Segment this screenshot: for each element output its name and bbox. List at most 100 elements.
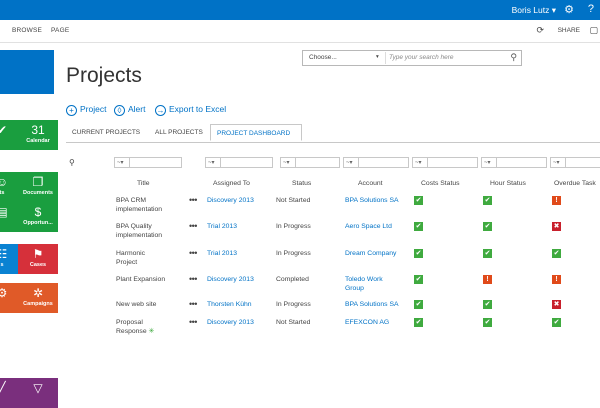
column-header[interactable]: Status [292,180,311,187]
tab-all-projects[interactable]: ALL PROJECTS [155,129,203,136]
account-link[interactable]: BPA Solutions SA [345,300,399,309]
tab-current-projects[interactable]: CURRENT PROJECTS [72,129,140,136]
status-text: In Progress [276,250,311,257]
assigned-to-link[interactable]: Discovery 2013 [207,196,254,205]
project-title[interactable]: Proposal Response ✳ [116,318,154,336]
add-project-label: Project [80,104,107,114]
tile-label: Campaigns [23,301,53,307]
tile-label: Opportun... [23,220,53,226]
project-title[interactable]: BPA CRM implementation [116,196,162,214]
project-title[interactable]: Plant Expansion [116,275,165,284]
site-logo[interactable] [0,50,54,94]
row-menu-button[interactable]: ••• [189,274,197,284]
focus-icon[interactable]: ▢ [589,25,598,36]
project-title[interactable]: Harmonic Project [116,249,145,267]
share-icon[interactable]: ⟳ [536,25,544,36]
status-text: Completed [276,276,309,283]
column-header[interactable]: Hour Status [490,180,526,187]
account-link[interactable]: Dream Company [345,249,396,258]
tab-project-dashboard[interactable]: PROJECT DASHBOARD [210,124,302,141]
gear-icon[interactable]: ⚙ [564,3,574,16]
assigned-to-link[interactable]: Thorsten Kühn [207,300,252,309]
divider [565,158,566,167]
search-icon[interactable]: ⚲ [510,52,517,63]
warning-icon: ! [483,275,492,284]
export-to-excel-button[interactable]: → Export to Excel [155,104,226,116]
check-icon: ✔ [483,222,492,231]
column-header[interactable]: Assigned To [213,180,250,187]
column-header[interactable]: Account [358,180,383,187]
column-filter-input[interactable]: ~▾ [280,157,340,168]
assigned-to-link[interactable]: Discovery 2013 [207,275,254,284]
warning-icon: ! [552,275,561,284]
check-icon: ✔ [483,249,492,258]
assigned-to-link[interactable]: Trial 2013 [207,222,237,231]
app-tile[interactable]: 31 Calendar [18,120,58,150]
account-link[interactable]: Toledo Work Group [345,275,383,293]
error-icon: ✖ [552,222,561,231]
row-menu-button[interactable]: ••• [189,248,197,258]
help-icon[interactable]: ? [588,3,594,15]
share-button[interactable]: SHARE [558,27,580,34]
app-tile[interactable]: ⚑ Cases [18,244,58,274]
filter-operator-select[interactable]: ~▾ [553,159,560,166]
check-icon: ✔ [414,249,423,258]
filter-operator-select[interactable]: ~▾ [117,159,124,166]
check-icon: ✔ [414,300,423,309]
search-input[interactable]: Type your search here [389,54,454,61]
chevron-down-icon[interactable]: ▾ [376,54,379,60]
row-menu-button[interactable]: ••• [189,317,197,327]
tile-label: Cases [29,262,47,268]
row-menu-button[interactable]: ••• [189,195,197,205]
view-tabs: CURRENT PROJECTS ALL PROJECTS PROJECT DA… [66,124,600,143]
ribbon-tab-page[interactable]: PAGE [51,27,69,34]
column-filter-input[interactable]: ~▾ [205,157,273,168]
row-menu-button[interactable]: ••• [189,299,197,309]
account-link[interactable]: BPA Solutions SA [345,196,399,205]
filter-operator-select[interactable]: ~▾ [484,159,491,166]
column-header[interactable]: Costs Status [421,180,460,187]
column-filter-input[interactable]: ~▾ [412,157,478,168]
column-filter-input[interactable]: ~▾ [343,157,409,168]
divider [295,158,296,167]
export-label: Export to Excel [169,104,227,114]
user-menu[interactable]: Boris Lutz ▾ [512,5,556,16]
filter-operator-select[interactable]: ~▾ [415,159,422,166]
alert-label: Alert [128,104,146,114]
app-tile[interactable]: ✲ Campaigns [18,283,58,313]
new-item-icon: ✳ [148,328,155,335]
filter-operator-select[interactable]: ~▾ [208,159,215,166]
column-filter-input[interactable]: ~▾ [481,157,547,168]
check-icon: ✔ [483,318,492,327]
app-tile[interactable]: ▽ [18,378,58,408]
account-link[interactable]: Aero Space Ltd [345,222,392,231]
ribbon: BROWSE PAGE ⟳ SHARE ▢ [0,20,600,43]
ribbon-tab-browse[interactable]: BROWSE [12,27,42,34]
column-header[interactable]: Overdue Task [554,180,596,187]
filter-operator-select[interactable]: ~▾ [283,159,290,166]
search-scope-select[interactable]: Choose... [309,54,337,61]
tile-icon: ⚑ [32,247,44,261]
project-title[interactable]: BPA Quality implementation [116,222,162,240]
assigned-to-link[interactable]: Trial 2013 [207,249,237,258]
add-project-button[interactable]: + Project [66,104,106,116]
project-title[interactable]: New web site [116,300,156,309]
check-icon: ✔ [483,196,492,205]
tile-icon: ▽ [33,381,43,395]
column-header[interactable]: Title [137,180,150,187]
column-filter-input[interactable]: ~▾ [550,157,600,168]
app-tile[interactable]: ❐ Documents [18,172,58,202]
assigned-to-link[interactable]: Discovery 2013 [207,318,254,327]
account-link[interactable]: EFEXCON AG [345,318,389,327]
plus-icon: + [66,105,77,116]
warning-icon: ! [552,196,561,205]
column-filter-input[interactable]: ~▾ [114,157,182,168]
check-icon: ✔ [483,300,492,309]
error-icon: ✖ [552,300,561,309]
status-text: In Progress [276,223,311,230]
alert-button[interactable]: ◊ Alert [114,104,145,116]
app-tile[interactable]: $ Opportun... [18,202,58,232]
row-menu-button[interactable]: ••• [189,221,197,231]
bell-icon: ◊ [114,105,125,116]
filter-operator-select[interactable]: ~▾ [346,159,353,166]
